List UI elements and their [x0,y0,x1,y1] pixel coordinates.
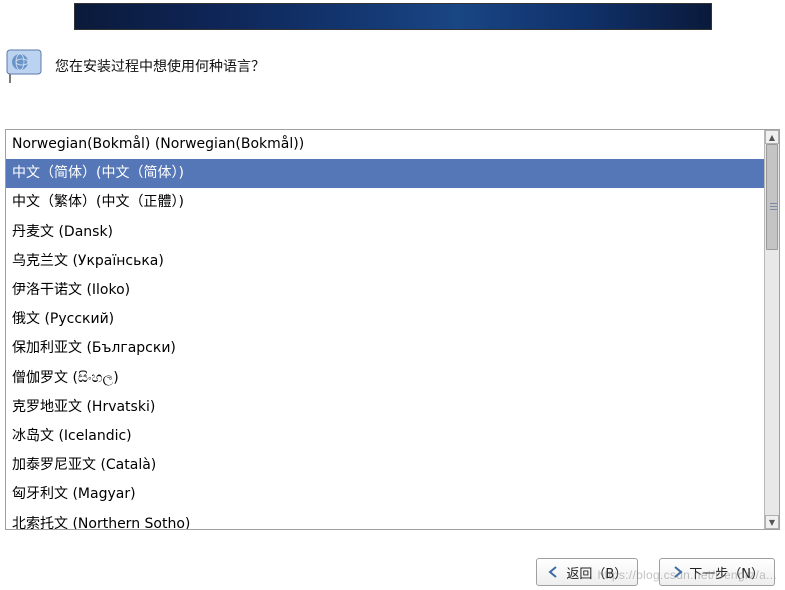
scroll-thumb[interactable] [766,144,778,250]
top-banner [74,3,712,30]
back-button[interactable]: 返回（B） [536,558,638,586]
language-option[interactable]: 克罗地亚文 (Hrvatski) [6,393,764,422]
language-option[interactable]: 中文（简体）(中文（简体）) [6,159,764,188]
arrow-left-icon [547,565,561,579]
prompt-text: 您在安装过程中想使用何种语言？ [55,56,265,76]
language-option[interactable]: 北索托文 (Northern Sotho) [6,510,764,529]
arrow-right-icon [670,565,684,579]
next-button[interactable]: 下一步（N） [659,558,775,586]
language-option[interactable]: Norwegian(Bokmål) (Norwegian(Bokmål)) [6,130,764,159]
scrollbar[interactable]: ▲ ▼ [764,130,779,529]
next-button-label: 下一步（N） [689,563,764,582]
language-option[interactable]: 僧伽罗文 (සිංහල) [6,364,764,393]
globe-flag-icon [5,48,47,84]
language-option[interactable]: 匈牙利文 (Magyar) [6,480,764,509]
language-option[interactable]: 丹麦文 (Dansk) [6,218,764,247]
language-option[interactable]: 保加利亚文 (Български) [6,334,764,363]
language-listbox[interactable]: Norwegian(Bokmål) (Norwegian(Bokmål))中文（… [6,130,764,529]
scroll-up-button[interactable]: ▲ [765,130,779,144]
language-option[interactable]: 冰岛文 (Icelandic) [6,422,764,451]
language-option[interactable]: 中文（繁体）(中文（正體）) [6,188,764,217]
language-option[interactable]: 伊洛干诺文 (Iloko) [6,276,764,305]
back-button-label: 返回（B） [566,563,627,582]
language-option[interactable]: 加泰罗尼亚文 (Català) [6,451,764,480]
heading-row: 您在安装过程中想使用何种语言？ [0,30,785,84]
scroll-down-button[interactable]: ▼ [765,515,779,529]
language-option[interactable]: 乌克兰文 (Українська) [6,247,764,276]
language-listbox-container: Norwegian(Bokmål) (Norwegian(Bokmål))中文（… [5,129,780,530]
button-row: 返回（B） 下一步（N） [536,558,775,586]
language-option[interactable]: 俄文 (Русский) [6,305,764,334]
